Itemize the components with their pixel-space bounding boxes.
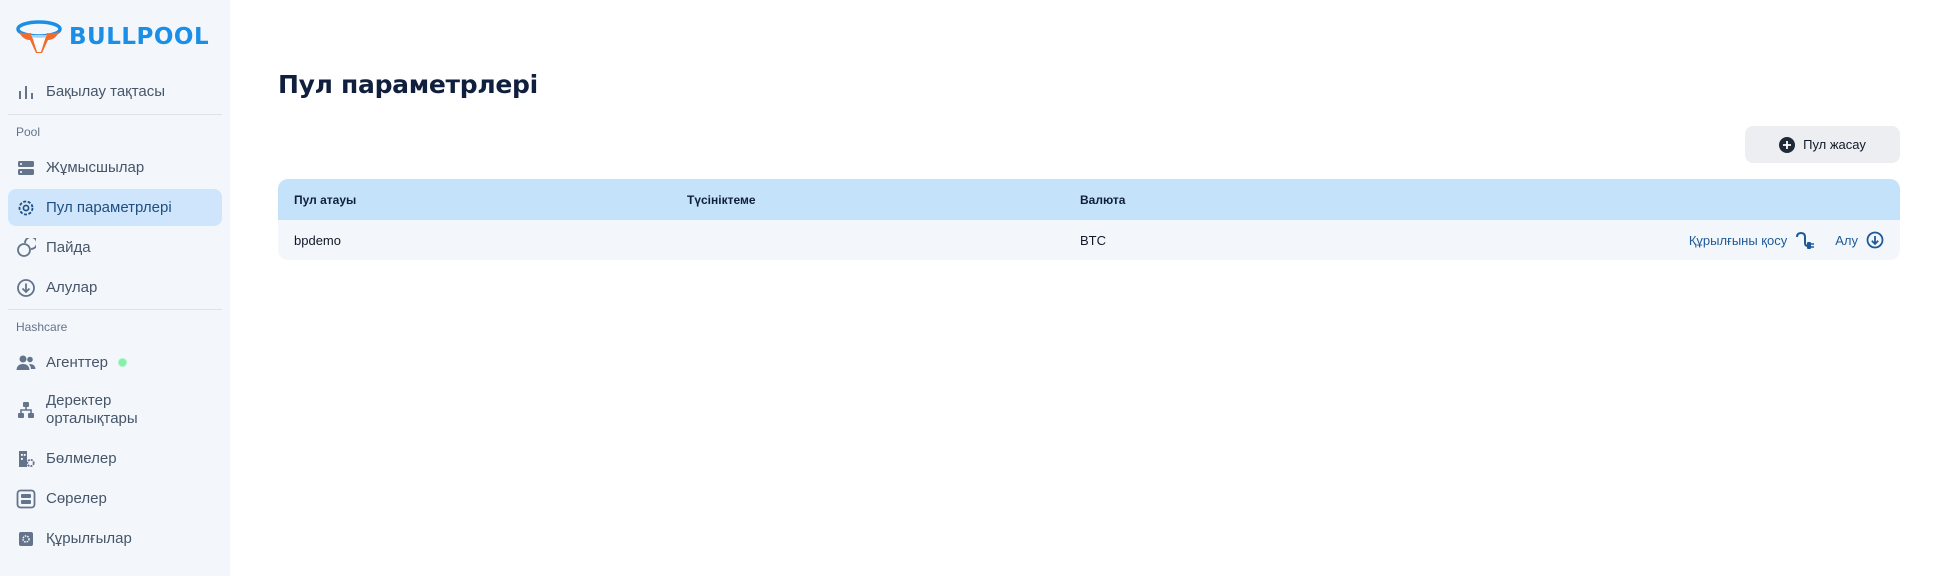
plug-icon <box>1796 231 1815 249</box>
sidebar-item-label: Жұмысшылар <box>46 158 145 176</box>
table-header: Пул атауы Түсініктеме Валюта <box>278 179 1900 220</box>
sidebar-item-earnings[interactable]: Пайда <box>8 229 222 266</box>
logo[interactable]: BULLPOOL <box>15 20 209 54</box>
sidebar-item-agents[interactable]: Агенттер <box>8 344 222 381</box>
coins-icon <box>16 237 36 258</box>
sidebar-item-label: Алулар <box>46 278 98 296</box>
arrow-down-circle-icon <box>1866 231 1884 249</box>
sidebar-item-workers[interactable]: Жұмысшылар <box>8 149 222 186</box>
online-status-dot <box>118 358 128 367</box>
connect-device-button[interactable]: Құрылғыны қосу <box>1689 231 1815 249</box>
page-title: Пул параметрлері <box>278 70 538 99</box>
column-header-description: Түсініктеме <box>687 192 756 207</box>
sidebar-item-label: Бақылау тақтасы <box>46 82 166 100</box>
sidebar-item-pool-settings[interactable]: Пул параметрлері <box>8 189 222 226</box>
sidebar-item-label: Деректер орталықтары <box>46 392 138 427</box>
arrow-down-circle-icon <box>16 278 36 298</box>
sidebar-item-devices[interactable]: Құрылғылар <box>8 520 222 557</box>
sidebar-item-withdrawals[interactable]: Алулар <box>8 269 222 306</box>
create-pool-label: Пул жасау <box>1803 137 1866 152</box>
plus-circle-icon <box>1779 136 1796 153</box>
bar-chart-icon <box>16 82 36 102</box>
sidebar-item-label: Агенттер <box>46 353 109 371</box>
column-header-currency: Валюта <box>1080 192 1126 207</box>
section-label-hashcare: Hashcare <box>16 320 68 334</box>
table-row[interactable]: bpdemo BTC Құрылғыны қосу Алу <box>278 220 1900 260</box>
gear-icon <box>16 198 36 218</box>
sidebar-item-label: Пул параметрлері <box>46 198 172 216</box>
sidebar: BULLPOOL Бақылау тақтасы Pool Жұмысшылар… <box>0 0 230 576</box>
brand-name: BULLPOOL <box>69 24 210 50</box>
building-gear-icon <box>16 449 36 469</box>
connect-device-label: Құрылғыны қосу <box>1688 232 1788 248</box>
server-stack-icon <box>16 158 36 178</box>
sidebar-item-rooms[interactable]: Бөлмелер <box>8 440 222 477</box>
withdraw-label: Алу <box>1835 232 1858 248</box>
pools-table: Пул атауы Түсініктеме Валюта bpdemo BTC … <box>278 179 1900 260</box>
sidebar-item-label: Сөрелер <box>46 489 107 507</box>
sidebar-divider <box>8 309 222 310</box>
column-header-name: Пул атауы <box>294 192 357 207</box>
pool-name-cell: bpdemo <box>294 232 341 248</box>
bull-logo-icon <box>16 20 62 53</box>
network-icon <box>16 400 36 420</box>
section-label-pool: Pool <box>16 125 41 139</box>
sidebar-item-datacenters[interactable]: Деректер орталықтары <box>8 386 222 434</box>
withdraw-button[interactable]: Алу <box>1835 231 1884 249</box>
sidebar-item-dashboard[interactable]: Бақылау тақтасы <box>8 73 222 110</box>
sidebar-item-label: Құрылғылар <box>46 529 132 547</box>
users-icon <box>16 353 36 373</box>
create-pool-button[interactable]: Пул жасау <box>1745 126 1900 163</box>
rack-icon <box>16 489 36 509</box>
sidebar-item-label: Пайда <box>46 238 91 256</box>
sidebar-item-racks[interactable]: Сөрелер <box>8 480 222 517</box>
pool-currency-cell: BTC <box>1080 232 1106 248</box>
row-actions: Құрылғыны қосу Алу <box>1689 231 1884 249</box>
sidebar-item-label: Бөлмелер <box>46 449 117 467</box>
chip-icon <box>16 529 36 549</box>
sidebar-divider <box>8 114 222 115</box>
